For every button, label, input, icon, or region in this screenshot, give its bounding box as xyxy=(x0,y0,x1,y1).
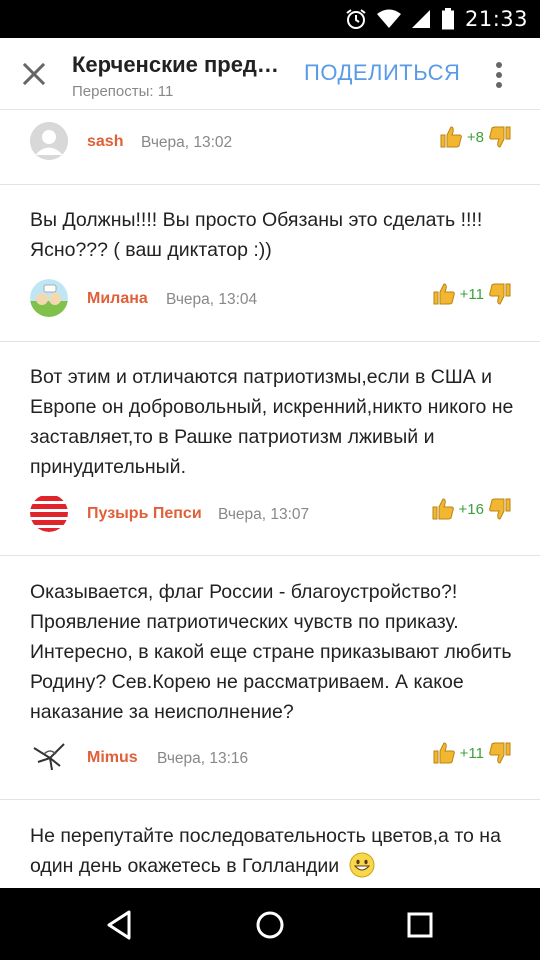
vote-controls: +11 xyxy=(432,279,512,309)
comment-meta: Mimus Вчера, 13:16 +11 xyxy=(30,738,512,778)
avatar[interactable] xyxy=(30,738,68,776)
thumbs-down-icon[interactable] xyxy=(488,125,512,149)
comment-text: Вот этим и отличаются патриотизмы,если в… xyxy=(30,366,514,478)
comment-author[interactable]: Mimus xyxy=(87,749,138,767)
striped-ball-avatar xyxy=(30,494,68,532)
comment-time: Вчера, 13:02 xyxy=(141,134,233,151)
recents-icon[interactable] xyxy=(403,908,437,942)
comment-author[interactable]: sash xyxy=(87,133,123,151)
comment-time: Вчера, 13:04 xyxy=(166,291,258,308)
default-user-icon xyxy=(30,122,68,160)
avatar[interactable] xyxy=(30,279,68,317)
comment-item: Вот этим и отличаются патриотизмы,если в… xyxy=(0,342,540,556)
comment-text-body: Не перепутайте последовательность цветов… xyxy=(30,825,501,877)
vote-count: +16 xyxy=(458,500,484,518)
comment-author[interactable]: Милана xyxy=(87,290,148,308)
wifi-icon xyxy=(376,9,401,28)
avatar[interactable] xyxy=(30,494,68,532)
comment-item: sash Вчера, 13:02 +8 xyxy=(0,110,540,185)
signal-icon xyxy=(411,10,430,28)
comment-text: Оказывается, флаг России - благоустройст… xyxy=(30,581,512,723)
app-bar: Керченские пред… Перепосты: 11 ПОДЕЛИТЬС… xyxy=(0,38,540,110)
thumbs-up-icon[interactable] xyxy=(439,125,463,149)
thumbs-up-icon[interactable] xyxy=(432,282,456,306)
back-icon[interactable] xyxy=(103,908,137,942)
comment-author[interactable]: Пузырь Пепси xyxy=(87,505,202,523)
comment-item: Вы Должны!!!! Вы просто Обязаны это сдел… xyxy=(0,185,540,342)
reposts-count: Перепосты: 11 xyxy=(72,83,174,100)
vote-controls: +8 xyxy=(439,122,512,152)
comment-text: Вы Должны!!!! Вы просто Обязаны это сдел… xyxy=(30,209,483,261)
alarm-icon xyxy=(346,9,366,29)
avatar[interactable] xyxy=(30,122,68,160)
thumbs-down-icon[interactable] xyxy=(488,282,512,306)
vote-count: +11 xyxy=(459,285,484,303)
comment-item: Оказывается, флаг России - благоустройст… xyxy=(0,556,540,800)
grinning-face-emoji xyxy=(349,852,375,878)
close-icon[interactable] xyxy=(20,60,48,88)
comment-item: Не перепутайте последовательность цветов… xyxy=(0,800,540,888)
cartoon-avatar xyxy=(30,279,68,317)
comment-time: Вчера, 13:16 xyxy=(157,750,249,767)
vote-controls: +16 xyxy=(431,494,512,524)
thumbs-up-icon[interactable] xyxy=(431,497,455,521)
bird-sketch-avatar xyxy=(30,738,68,776)
home-icon[interactable] xyxy=(253,908,287,942)
comment-meta: sash Вчера, 13:02 +8 xyxy=(30,122,512,162)
clock-time: 21:33 xyxy=(464,7,528,31)
comment-meta: Пузырь Пепси Вчера, 13:07 +16 xyxy=(30,494,512,534)
status-bar: 21:33 xyxy=(0,0,540,38)
page-title: Керченские пред… xyxy=(72,52,279,77)
vote-count: +8 xyxy=(466,128,484,146)
comment-text: Не перепутайте последовательность цветов… xyxy=(30,821,515,881)
thumbs-down-icon[interactable] xyxy=(488,741,512,765)
vote-controls: +11 xyxy=(432,738,512,768)
more-vert-icon[interactable] xyxy=(489,60,509,90)
thumbs-up-icon[interactable] xyxy=(432,741,456,765)
system-nav-bar xyxy=(0,888,540,960)
battery-icon xyxy=(441,8,454,30)
vote-count: +11 xyxy=(459,744,484,762)
comment-time: Вчера, 13:07 xyxy=(218,506,310,523)
share-button[interactable]: ПОДЕЛИТЬСЯ xyxy=(304,60,460,86)
comment-meta: Милана Вчера, 13:04 +11 xyxy=(30,279,512,319)
header-titles: Керченские пред… Перепосты: 11 xyxy=(72,52,292,100)
comments-list[interactable]: sash Вчера, 13:02 +8 Вы Должны!!!! Вы пр… xyxy=(0,110,540,888)
thumbs-down-icon[interactable] xyxy=(488,497,512,521)
